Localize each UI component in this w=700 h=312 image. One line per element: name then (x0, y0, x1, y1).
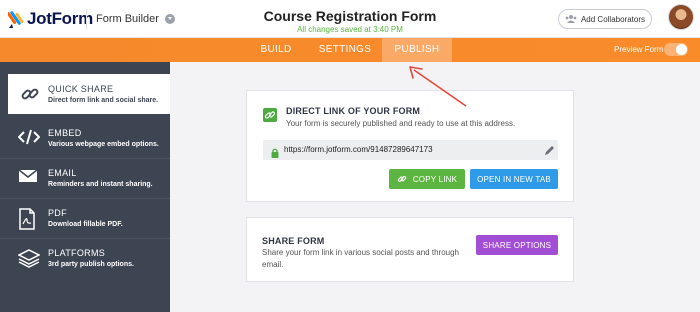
sidebar-item-platforms[interactable]: PLATFORMS 3rd party publish options. (0, 238, 170, 278)
add-collaborators-button[interactable]: Add Collaborators (558, 9, 652, 29)
avatar[interactable] (668, 4, 694, 30)
form-builder-label: Form Builder (96, 13, 159, 25)
code-icon (17, 128, 42, 150)
preview-form-toggle[interactable] (664, 43, 688, 56)
share-form-title: SHARE FORM (262, 236, 325, 246)
lock-icon (270, 145, 280, 158)
sidebar-item-title: EMBED (48, 128, 82, 138)
sidebar-item-title: QUICK SHARE (48, 84, 114, 94)
share-options-button[interactable]: SHARE OPTIONS (476, 235, 558, 255)
link-icon (397, 176, 407, 182)
sidebar-item-desc: Direct form link and social share. (48, 97, 159, 104)
envelope-icon (18, 168, 42, 190)
sidebar-item-desc: Reminders and instant sharing. (48, 181, 153, 188)
tab-settings[interactable]: SETTINGS (312, 38, 378, 62)
copy-link-label: COPY LINK (412, 174, 458, 184)
jotform-publish-screen: JotForm Form Builder Course Registration… (0, 0, 700, 312)
direct-link-desc: Your form is securely published and read… (286, 119, 516, 128)
sidebar-item-desc: 3rd party publish options. (48, 261, 134, 268)
share-form-card: SHARE FORM Share your form link in vario… (246, 217, 574, 282)
logo-text: JotForm (27, 9, 93, 28)
pdf-icon (18, 208, 42, 230)
copy-link-button[interactable]: COPY LINK (389, 169, 465, 189)
share-form-desc: Share your form link in various social p… (262, 248, 459, 269)
link-icon (263, 108, 277, 122)
sidebar-item-title: PLATFORMS (48, 248, 106, 258)
pencil-icon[interactable] (543, 144, 555, 156)
preview-form-label: Preview Form (614, 45, 664, 54)
toggle-knob (676, 44, 687, 55)
sidebar-item-desc: Download fillable PDF. (48, 221, 123, 228)
annotation-arrow-icon (409, 66, 467, 107)
sidebar-item-title: EMAIL (48, 168, 77, 178)
sidebar-item-title: PDF (48, 208, 67, 218)
sidebar-item-embed[interactable]: EMBED Various webpage embed options. (0, 118, 170, 158)
header-divider (86, 9, 87, 29)
chevron-down-icon (164, 14, 175, 24)
sidebar-item-desc: Various webpage embed options. (48, 141, 159, 148)
sidebar-item-pdf[interactable]: PDF Download fillable PDF. (0, 198, 170, 238)
sidebar-item-email[interactable]: EMAIL Reminders and instant sharing. (0, 158, 170, 198)
tab-build[interactable]: BUILD (252, 38, 300, 62)
top-header: JotForm Form Builder Course Registration… (0, 0, 700, 38)
form-builder-dropdown[interactable]: Form Builder (96, 13, 175, 25)
jotform-logo-icon (6, 9, 24, 29)
open-in-new-tab-button[interactable]: OPEN IN NEW TAB (470, 169, 558, 189)
sidebar-item-quick-share[interactable]: QUICK SHARE Direct form link and social … (8, 74, 170, 114)
publish-sidebar: QUICK SHARE Direct form link and social … (0, 62, 170, 312)
add-collaborators-label: Add Collaborators (580, 14, 646, 24)
form-url-text: https://form.jotform.com/91487289647173 (284, 145, 433, 154)
form-url-field[interactable]: https://form.jotform.com/91487289647173 (263, 140, 558, 160)
jotform-logo[interactable]: JotForm (6, 8, 93, 30)
main-nav: BUILD SETTINGS PUBLISH Preview Form (0, 38, 700, 62)
link-icon (20, 84, 44, 106)
layers-icon (17, 248, 42, 270)
users-icon (565, 15, 577, 23)
